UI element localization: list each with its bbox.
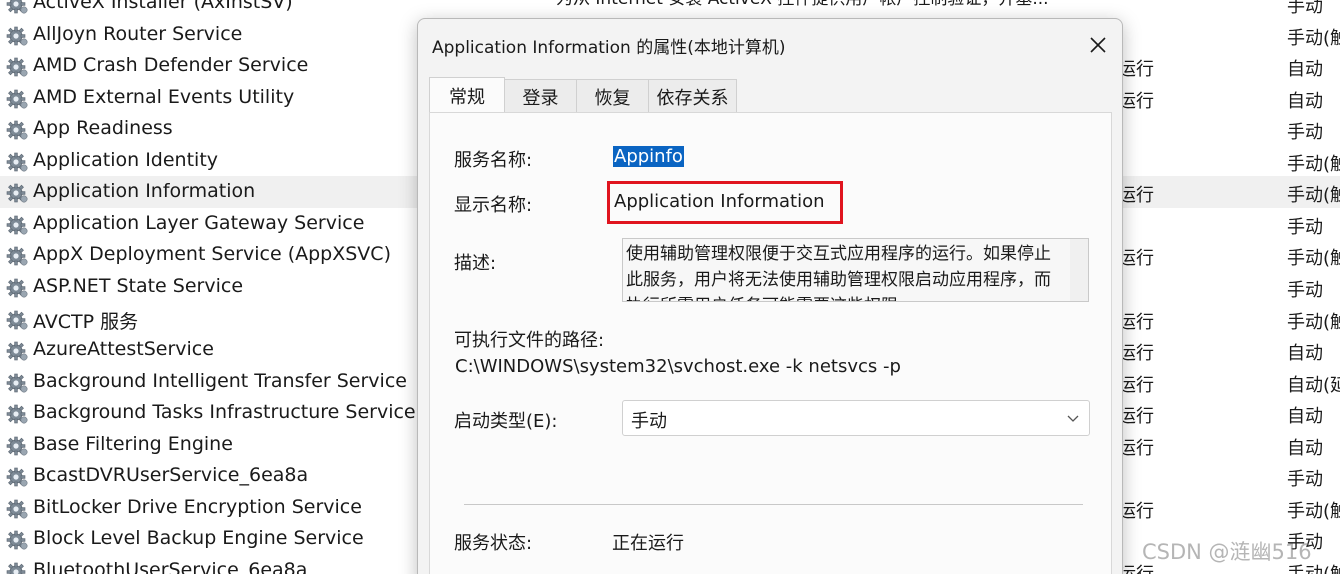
startup-type-value: 手动 xyxy=(631,411,667,432)
description-box[interactable]: 使用辅助管理权限便于交互式应用程序的运行。如果停止此服务，用户将无法使用辅助管理… xyxy=(622,238,1089,302)
display-name-label: 显示名称: xyxy=(454,195,533,216)
service-description: 为从 Internet 安装 ActiveX 控件提供用户帐户控制验证，并基..… xyxy=(556,0,1049,9)
service-name: BcastDVRUserService_6ea8a xyxy=(33,464,309,487)
service-gear-icon xyxy=(5,0,29,15)
service-name: Background Tasks Infrastructure Service xyxy=(33,401,416,424)
general-tab-panel: 服务名称: Appinfo 显示名称: Application Informat… xyxy=(429,112,1112,574)
exe-path-value: C:\WINDOWS\system32\svchost.exe -k netsv… xyxy=(455,356,901,377)
startup-type-select[interactable]: 手动 xyxy=(622,400,1090,436)
service-status: 运行 xyxy=(1118,500,1154,522)
startup-type-label: 启动类型(E): xyxy=(454,411,558,432)
tab-logon[interactable]: 登录 xyxy=(504,79,577,113)
service-gear-icon xyxy=(5,119,29,141)
service-startup-type: 手动(触 xyxy=(1287,311,1340,333)
service-status-value: 正在运行 xyxy=(612,533,684,554)
service-status: 运行 xyxy=(1118,248,1154,270)
service-name: AllJoyn Router Service xyxy=(33,22,243,45)
tab-dependencies[interactable]: 依存关系 xyxy=(648,79,737,113)
service-gear-icon xyxy=(5,56,29,78)
service-status: 运行 xyxy=(1118,185,1154,207)
service-name: AMD External Events Utility xyxy=(33,85,295,108)
service-startup-type: 手动(触 xyxy=(1287,248,1340,270)
service-name: ASP.NET State Service xyxy=(33,274,244,297)
service-status: 运行 xyxy=(1118,406,1154,428)
service-status: 运行 xyxy=(1118,343,1154,365)
service-gear-icon xyxy=(5,245,29,267)
service-status: 运行 xyxy=(1118,374,1154,396)
service-name: AMD Crash Defender Service xyxy=(33,54,309,77)
service-name: Base Filtering Engine xyxy=(33,432,233,455)
service-status-label: 服务状态: xyxy=(454,533,533,554)
service-startup-type: 自动 xyxy=(1287,343,1323,365)
service-gear-icon xyxy=(5,277,29,299)
service-gear-icon xyxy=(5,372,29,394)
service-startup-type: 手动 xyxy=(1287,122,1323,144)
description-label: 描述: xyxy=(454,253,497,274)
service-startup-type: 自动 xyxy=(1287,437,1323,459)
close-button[interactable] xyxy=(1078,27,1118,63)
tab-general[interactable]: 常规 xyxy=(429,77,505,113)
service-startup-type: 手动 xyxy=(1287,0,1323,17)
service-gear-icon xyxy=(5,435,29,457)
service-name: ActiveX Installer (AxInstSV) xyxy=(33,0,293,13)
service-name-value[interactable]: Appinfo xyxy=(613,146,684,167)
service-gear-icon xyxy=(5,561,29,574)
service-gear-icon xyxy=(5,214,29,236)
service-row[interactable]: ActiveX Installer (AxInstSV) 为从 Internet … xyxy=(0,0,1340,19)
service-startup-type: 自动 xyxy=(1287,90,1323,112)
dialog-title: Application Information 的属性(本地计算机) xyxy=(432,38,786,58)
service-gear-icon xyxy=(5,340,29,362)
service-status: 运行 xyxy=(1118,437,1154,459)
service-startup-type: 自动 xyxy=(1287,406,1323,428)
service-startup-type: 手动(触 xyxy=(1287,27,1340,49)
service-name: AVCTP 服务 xyxy=(33,310,139,333)
close-icon xyxy=(1090,37,1106,53)
service-gear-icon xyxy=(5,498,29,520)
service-name: BitLocker Drive Encryption Service xyxy=(33,495,362,518)
properties-dialog: Application Information 的属性(本地计算机) 常规 登录… xyxy=(417,18,1123,574)
service-startup-type: 手动 xyxy=(1287,279,1323,301)
service-startup-type: 自动(延 xyxy=(1287,374,1340,396)
service-gear-icon xyxy=(5,466,29,488)
service-startup-type: 手动 xyxy=(1287,469,1323,491)
service-status: 运行 xyxy=(1118,59,1154,81)
service-name: Application Information xyxy=(33,180,256,203)
service-gear-icon xyxy=(5,529,29,551)
watermark: CSDN @涟幽516 xyxy=(1142,540,1312,564)
service-gear-icon xyxy=(5,403,29,425)
display-name-value[interactable]: Application Information xyxy=(614,191,825,212)
chevron-down-icon xyxy=(1067,415,1079,422)
divider xyxy=(464,504,1083,505)
service-name: BluetoothUserService_6ea8a xyxy=(33,558,308,574)
service-startup-type: 手动(触 xyxy=(1287,185,1340,207)
service-name: Application Layer Gateway Service xyxy=(33,211,365,234)
service-startup-type: 手动 xyxy=(1287,216,1323,238)
service-gear-icon xyxy=(5,88,29,110)
service-name: Application Identity xyxy=(33,148,219,171)
service-gear-icon xyxy=(5,182,29,204)
service-startup-type: 手动(触 xyxy=(1287,500,1340,522)
service-name: AzureAttestService xyxy=(33,338,214,361)
tab-recovery[interactable]: 恢复 xyxy=(576,79,649,113)
service-name: AppX Deployment Service (AppXSVC) xyxy=(33,243,391,266)
service-startup-type: 自动 xyxy=(1287,59,1323,81)
service-name: Block Level Backup Engine Service xyxy=(33,527,364,550)
service-name: Background Intelligent Transfer Service xyxy=(33,369,407,392)
service-status: 运行 xyxy=(1118,90,1154,112)
service-name: App Readiness xyxy=(33,117,173,140)
service-status: 运行 xyxy=(1118,311,1154,333)
service-startup-type: 手动(触 xyxy=(1287,153,1340,175)
description-scrollbar[interactable] xyxy=(1070,239,1088,301)
description-text: 使用辅助管理权限便于交互式应用程序的运行。如果停止此服务，用户将无法使用辅助管理… xyxy=(626,244,1051,301)
service-gear-icon xyxy=(5,309,29,331)
exe-path-label: 可执行文件的路径: xyxy=(454,330,605,351)
service-gear-icon xyxy=(5,25,29,47)
service-name-label: 服务名称: xyxy=(454,150,533,171)
service-gear-icon xyxy=(5,151,29,173)
